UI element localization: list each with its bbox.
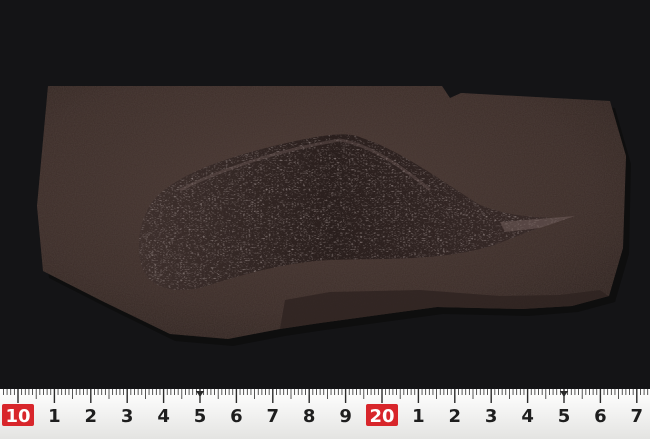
tape-label: 5 — [194, 406, 207, 427]
tape-label: 1 — [412, 406, 425, 427]
tape-label: 4 — [521, 406, 534, 427]
tape-label: 6 — [230, 406, 243, 427]
tape-body — [0, 389, 650, 439]
tape-label: 9 — [339, 406, 352, 427]
tape-label: 3 — [121, 406, 134, 427]
tape-label: 4 — [157, 406, 170, 427]
tape-label: 1 — [48, 406, 61, 427]
tape-label: 10 — [5, 406, 30, 427]
tape-label: 2 — [85, 406, 98, 427]
tape-label: 5 — [558, 406, 571, 427]
measuring-tape: 10 1 2 3 4 5 6 7 8 9 20 1 2 3 4 5 6 7 — [0, 389, 650, 439]
tape-label: 3 — [485, 406, 498, 427]
fossil-photo: 10 1 2 3 4 5 6 7 8 9 20 1 2 3 4 5 6 7 — [0, 0, 650, 439]
tape-label: 6 — [594, 406, 607, 427]
tape-label: 8 — [303, 406, 316, 427]
tape-label: 20 — [369, 406, 394, 427]
tape-label: 2 — [449, 406, 462, 427]
tape-label: 7 — [267, 406, 280, 427]
tape-label: 7 — [631, 406, 644, 427]
